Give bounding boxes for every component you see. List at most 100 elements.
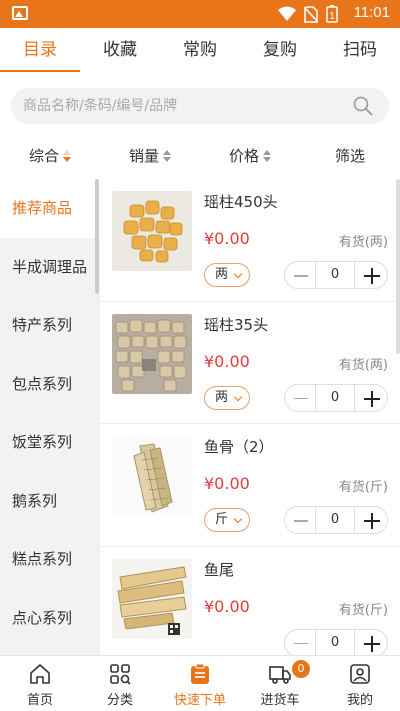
product-name: 瑶柱35头 [204, 315, 269, 334]
product-list-scrollbar[interactable] [396, 179, 400, 354]
product-list: 瑶柱450头 ¥0.00 有货(两) 两 0 瑶柱35头 ¥0.00 有货(两)… [100, 179, 400, 655]
search-input[interactable] [23, 88, 343, 124]
product-item[interactable]: 鱼骨（2） ¥0.00 有货(斤) 斤 0 [100, 424, 400, 547]
tab-frequent[interactable]: 常购 [160, 28, 240, 72]
sidebar-item-goose[interactable]: 鹅系列 [0, 472, 100, 531]
sidebar-item-semi-prepared[interactable]: 半成调理品 [0, 238, 100, 297]
product-price: ¥0.00 [204, 474, 250, 493]
sidebar-item-buns[interactable]: 包点系列 [0, 355, 100, 414]
product-stock: 有货(两) [338, 357, 388, 373]
product-image[interactable] [112, 191, 192, 271]
quantity-value[interactable]: 0 [316, 261, 354, 289]
sidebar-item-recommended[interactable]: 推荐商品 [0, 179, 100, 238]
nav-category[interactable]: 分类 [80, 656, 160, 711]
tab-favorites[interactable]: 收藏 [80, 28, 160, 72]
increase-button[interactable] [354, 383, 388, 412]
battery-level: 1 [329, 11, 335, 22]
gallery-notification-icon [12, 6, 28, 20]
sidebar-item-dimsum[interactable]: 点心系列 [0, 589, 100, 648]
quantity-value[interactable]: 0 [316, 383, 354, 412]
nav-quick-order[interactable]: 快速下单 [160, 656, 240, 711]
quantity-value[interactable]: 0 [316, 628, 354, 655]
decrease-button[interactable] [284, 383, 316, 412]
filter-label: 筛选 [334, 147, 365, 165]
product-name: 瑶柱450头 [204, 193, 278, 211]
search-icon[interactable] [353, 96, 373, 116]
nav-home[interactable]: 首页 [0, 656, 80, 711]
tab-repurchase[interactable]: 复购 [240, 28, 320, 72]
product-item[interactable]: 鱼尾 ¥0.00 有货(斤) 0 [100, 547, 400, 655]
product-image[interactable] [112, 313, 192, 394]
product-image[interactable] [112, 436, 192, 516]
sidebar-scrollbar[interactable] [95, 179, 99, 294]
sort-arrows-icon [63, 149, 71, 162]
nav-cart[interactable]: 0 进货车 [240, 656, 320, 711]
quantity-stepper: 0 [284, 628, 388, 655]
status-icons: 1 [278, 5, 338, 23]
nav-cart-label: 进货车 [260, 693, 300, 708]
unit-label: 两 [215, 389, 229, 405]
sort-price[interactable]: 价格 [200, 138, 300, 174]
unit-selector[interactable]: 两 [204, 385, 250, 410]
nav-home-label: 首页 [26, 693, 53, 708]
chevron-down-icon [233, 392, 243, 401]
no-sim-icon [304, 5, 318, 23]
sort-overall[interactable]: 综合 [0, 138, 100, 174]
chevron-down-icon [233, 269, 243, 279]
sort-overall-label: 综合 [28, 147, 59, 165]
quantity-value[interactable]: 0 [316, 506, 354, 534]
clock: 11:01 [353, 4, 390, 21]
unit-label: 两 [215, 267, 229, 282]
increase-button[interactable] [354, 506, 388, 534]
status-bar: 1 11:01 [0, 0, 400, 28]
increase-button[interactable] [354, 261, 388, 289]
sort-sales-label: 销量 [128, 147, 159, 165]
quantity-stepper: 0 [284, 383, 388, 412]
unit-selector[interactable]: 斤 [204, 508, 250, 532]
search-bar [11, 88, 389, 124]
sort-price-label: 价格 [228, 147, 259, 165]
sort-bar: 综合 销量 价格 筛选 [0, 138, 400, 174]
nav-quick-order-label: 快速下单 [173, 693, 226, 708]
tab-scan[interactable]: 扫码 [320, 28, 400, 72]
bottom-nav: 首页 分类 快速下单 0 进货车 我的 [0, 655, 400, 711]
product-stock: 有货(斤) [338, 480, 388, 495]
chevron-down-icon [233, 514, 243, 524]
sidebar-item-specialty[interactable]: 特产系列 [0, 296, 100, 355]
product-item[interactable]: 瑶柱35头 ¥0.00 有货(两) 两 0 [100, 302, 400, 424]
filter-button[interactable]: 筛选 [300, 138, 400, 174]
quick-order-icon [191, 663, 209, 684]
unit-selector[interactable]: 两 [204, 263, 250, 287]
decrease-button[interactable] [284, 628, 316, 655]
product-item[interactable]: 瑶柱450头 ¥0.00 有货(两) 两 0 [100, 179, 400, 302]
product-price: ¥0.00 [204, 596, 250, 616]
product-image[interactable] [112, 558, 192, 639]
product-price: ¥0.00 [204, 351, 250, 371]
increase-button[interactable] [354, 628, 388, 655]
nav-category-label: 分类 [106, 693, 133, 708]
cart-count-badge: 0 [292, 660, 310, 678]
quantity-stepper: 0 [284, 261, 388, 289]
decrease-button[interactable] [284, 261, 316, 289]
nav-profile[interactable]: 我的 [320, 656, 400, 711]
battery-icon: 1 [326, 5, 338, 23]
wifi-icon [278, 6, 296, 21]
cart-truck-icon [269, 666, 291, 684]
tab-catalog[interactable]: 目录 [0, 28, 80, 72]
sidebar-item-canteen[interactable]: 饭堂系列 [0, 413, 100, 472]
product-name: 鱼尾 [204, 560, 235, 579]
product-price: ¥0.00 [204, 229, 250, 248]
product-name: 鱼骨（2） [204, 438, 274, 456]
decrease-button[interactable] [284, 506, 316, 534]
product-stock: 有货(两) [338, 235, 388, 250]
category-icon [110, 664, 131, 685]
profile-icon [350, 664, 370, 684]
category-sidebar: 推荐商品 半成调理品 特产系列 包点系列 饭堂系列 鹅系列 糕点系列 点心系列 [0, 179, 100, 655]
home-icon [30, 664, 50, 684]
quantity-stepper: 0 [284, 506, 388, 534]
nav-profile-label: 我的 [346, 693, 373, 708]
sort-arrows-icon [163, 149, 171, 162]
active-tab-indicator [0, 70, 80, 72]
sidebar-item-cakes[interactable]: 糕点系列 [0, 530, 100, 589]
sort-sales[interactable]: 销量 [100, 138, 200, 174]
